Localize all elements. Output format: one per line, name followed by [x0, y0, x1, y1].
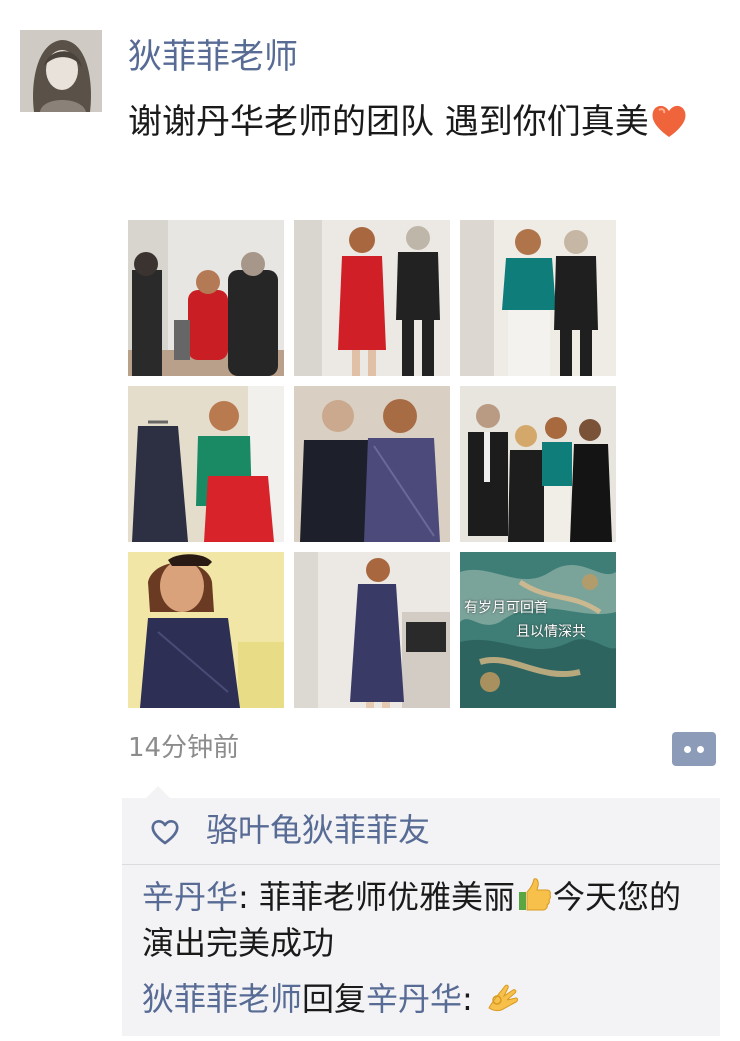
photo-thumbnail-1[interactable] [128, 220, 284, 376]
photo-9-caption-line2: 且以情深共 [516, 624, 586, 640]
likes-row: 骆叶龟狄菲菲友 [122, 798, 720, 865]
comment-action-button[interactable] [672, 732, 716, 766]
photo-thumbnail-4[interactable] [128, 386, 284, 542]
likes-names[interactable]: 骆叶龟狄菲菲友 [206, 808, 430, 852]
comment-section-pointer [146, 786, 170, 798]
comment-text: 菲菲老师优雅美丽 [258, 878, 515, 916]
avatar[interactable] [20, 30, 102, 112]
photo-thumbnail-7[interactable] [128, 552, 284, 708]
thumbs-up-emoji-icon [518, 878, 551, 911]
more-dot-icon [684, 746, 691, 753]
post-text: 谢谢丹华老师的团队 遇到你们真美 [128, 98, 728, 146]
ok-hand-emoji-icon [488, 984, 518, 1012]
comment-item[interactable]: 辛丹华: 菲菲老师优雅美丽 今天您的演出完美成功 [142, 874, 712, 966]
photo-9-caption: 有岁月可回首 且以情深共 [464, 596, 614, 644]
comment-separator: : [238, 878, 259, 916]
heart-outline-icon [151, 820, 179, 845]
photo-thumbnail-9[interactable]: 有岁月可回首 且以情深共 [460, 552, 616, 708]
photo-grid: 有岁月可回首 且以情深共 [128, 220, 616, 708]
comment-author[interactable]: 辛丹华 [142, 878, 238, 916]
comment-item[interactable]: 狄菲菲老师回复辛丹华: [142, 976, 712, 1022]
post-text-body: 谢谢丹华老师的团队 遇到你们真美 [128, 102, 649, 142]
post-timestamp: 14分钟前 [128, 733, 240, 763]
heart-emoji-icon [652, 105, 686, 137]
photo-thumbnail-6[interactable] [460, 386, 616, 542]
comment-separator: : [462, 980, 483, 1018]
photo-thumbnail-3[interactable] [460, 220, 616, 376]
comment-reply-word: 回复 [302, 980, 367, 1018]
photo-9-caption-line1: 有岁月可回首 [464, 600, 548, 616]
comment-reply-to[interactable]: 辛丹华 [366, 980, 462, 1018]
photo-thumbnail-8[interactable] [294, 552, 450, 708]
photo-thumbnail-2[interactable] [294, 220, 450, 376]
post-author-name[interactable]: 狄菲菲老师 [128, 34, 298, 80]
more-dot-icon [697, 746, 704, 753]
comment-section: 骆叶龟狄菲菲友 辛丹华: 菲菲老师优雅美丽 今天您的演出完美成功 狄菲菲老师回复… [122, 786, 720, 1036]
photo-thumbnail-5[interactable] [294, 386, 450, 542]
comment-author[interactable]: 狄菲菲老师 [142, 980, 302, 1018]
